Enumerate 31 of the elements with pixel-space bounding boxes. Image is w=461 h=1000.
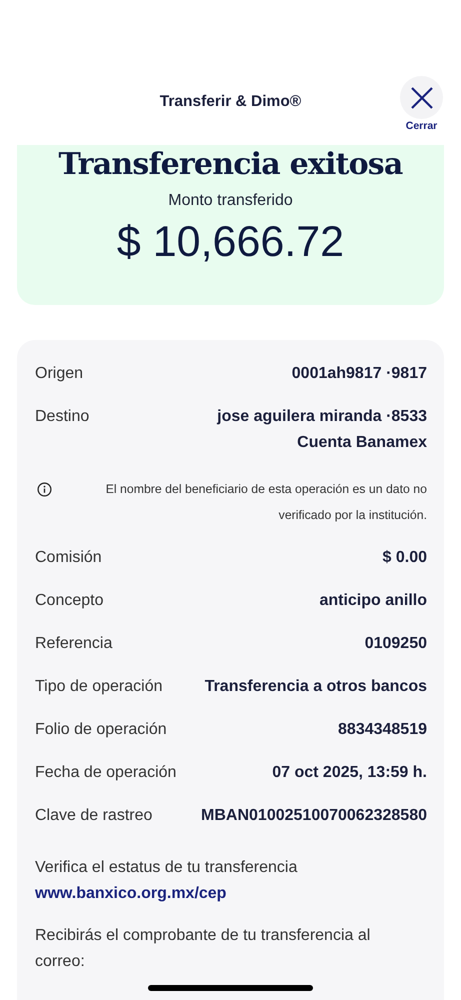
detail-label: Folio de operación xyxy=(35,720,167,740)
success-title: Transferencia exitosa xyxy=(58,147,403,182)
detail-label: Comisión xyxy=(35,548,102,568)
detail-label: Tipo de operación xyxy=(35,677,162,697)
status-text: Verifica el estatus de tu transferencia xyxy=(35,858,298,878)
detail-value: 8834348519 xyxy=(338,720,427,740)
detail-label: Destino xyxy=(35,407,90,427)
detail-label: Clave de rastreo xyxy=(35,806,152,826)
close-button[interactable] xyxy=(400,76,443,119)
detail-value: Transferencia a otros bancos xyxy=(204,677,427,697)
detail-label: Fecha de operación xyxy=(35,763,176,783)
amount-value: $ 10,666.72 xyxy=(116,218,344,267)
detail-value: $ 0.00 xyxy=(382,548,427,568)
detail-label: Concepto xyxy=(35,591,104,611)
detail-value: jose aguilera miranda ·8533 xyxy=(217,407,427,427)
info-note: El nombre del beneficiario de esta operación es un dato no verificado por la institución. xyxy=(104,481,427,524)
receipt-text: Recibirás el comprobante de tu transferencia al correo: xyxy=(35,926,372,972)
close-icon xyxy=(410,86,434,110)
detail-value: MBAN01002510070062328580 xyxy=(201,806,427,826)
info-icon xyxy=(37,482,52,497)
status-link[interactable]: www.banxico.org.mx/cep xyxy=(35,881,226,907)
detail-label: Origen xyxy=(35,364,84,384)
detail-value: 07 oct 2025, 13:59 h. xyxy=(272,763,427,783)
detail-value: Cuenta Banamex xyxy=(297,433,427,453)
detail-value: 0109250 xyxy=(364,634,427,654)
detail-label: Referencia xyxy=(35,634,112,654)
screen-title: Transferir & Dimo® xyxy=(160,93,302,111)
amount-label: Monto transferido xyxy=(168,192,293,210)
close-label[interactable]: Cerrar xyxy=(406,120,438,132)
detail-value: anticipo anillo xyxy=(319,591,427,611)
detail-value: 0001ah9817 ·9817 xyxy=(292,364,427,384)
